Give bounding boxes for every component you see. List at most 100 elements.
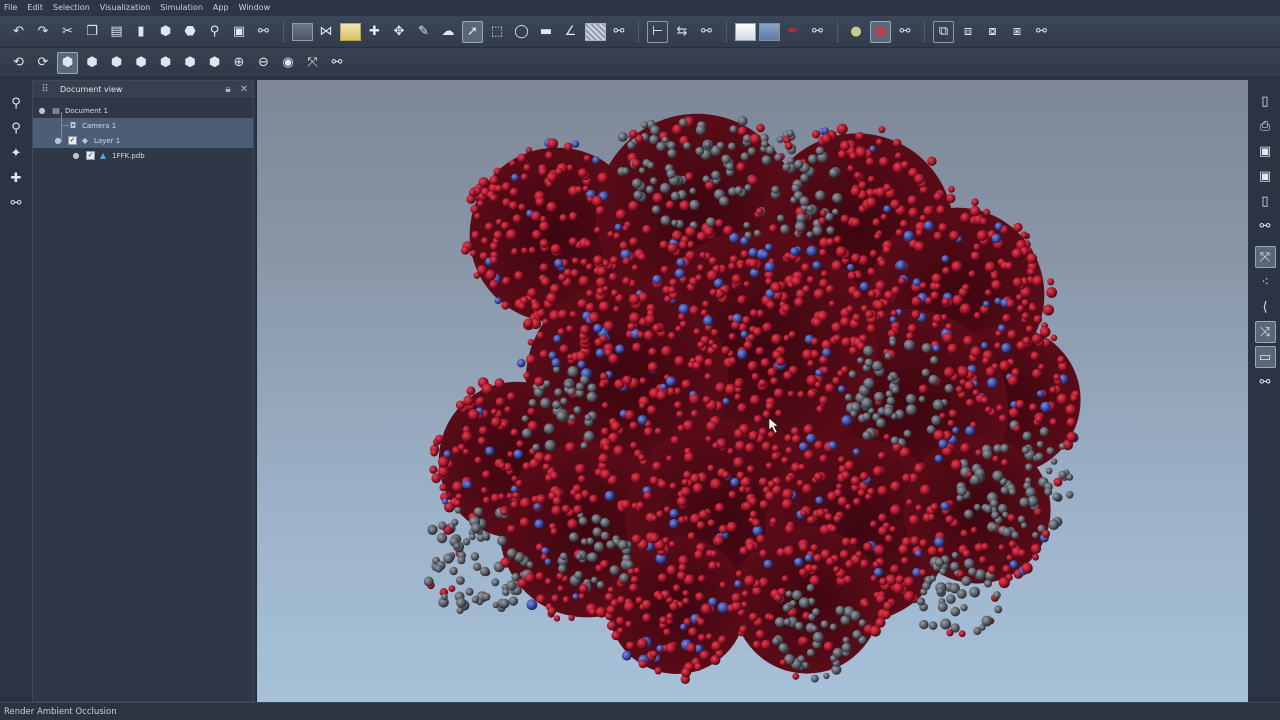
- plugin-icon[interactable]: ⚯: [6, 192, 27, 214]
- status-bar: Render Ambient Occlusion: [0, 702, 1280, 720]
- menu-window[interactable]: Window: [239, 0, 271, 16]
- layer-checkbox[interactable]: ✓: [68, 136, 77, 145]
- camera-orbit-icon[interactable]: ⟳: [33, 52, 54, 74]
- cut-icon[interactable]: ✂: [57, 21, 78, 43]
- panel-grip-icon[interactable]: ⠿: [38, 83, 52, 97]
- document-tree: ● ▤ Document 1 ◘ Camera 1 ● ✓ ◆ Layer 1 …: [33, 99, 253, 163]
- view-top-icon[interactable]: ⬢: [155, 52, 176, 74]
- tree-item-label: 1FFK.pdb: [112, 151, 145, 160]
- menu-simulation[interactable]: Simulation: [160, 0, 203, 16]
- add-atom-icon[interactable]: ✚: [364, 21, 385, 43]
- tree-connector: [61, 125, 69, 126]
- plugin-icon[interactable]: ⚯: [1031, 21, 1052, 43]
- view-right-icon[interactable]: ⬢: [131, 52, 152, 74]
- red-marker-icon[interactable]: ✒: [783, 21, 804, 43]
- graph-icon[interactable]: ⤨: [1254, 321, 1276, 343]
- 3d-viewport[interactable]: [256, 80, 1248, 702]
- plugin-icon[interactable]: ⚯: [609, 21, 630, 43]
- plugin-icon[interactable]: ⚯: [1255, 215, 1276, 237]
- layout-3-icon[interactable]: ⧇: [982, 21, 1003, 43]
- camera-reset-icon[interactable]: ⟲: [8, 52, 29, 74]
- circle-select-icon[interactable]: ◯: [511, 21, 532, 43]
- tree-icon[interactable]: ⊢: [647, 21, 668, 43]
- collapse-icon[interactable]: ●: [37, 106, 47, 116]
- document-panel: ⠿ Document view 🔒︎ ✕ ● ▤ Document 1 ◘ Ca…: [32, 80, 254, 702]
- zoom-in-icon[interactable]: ⊕: [229, 52, 250, 74]
- view-front-icon[interactable]: ⬢: [57, 51, 78, 74]
- view-bottom-icon[interactable]: ⬢: [180, 52, 201, 74]
- nodes-icon[interactable]: ⁖: [1255, 271, 1276, 293]
- point-icon[interactable]: ●: [846, 21, 867, 43]
- save-icon[interactable]: ▣: [1255, 140, 1276, 162]
- plugin-icon[interactable]: ⚯: [1255, 371, 1276, 393]
- menu-selection[interactable]: Selection: [53, 0, 90, 16]
- layout-4-icon[interactable]: ⧆: [1007, 21, 1028, 43]
- menu-visualization[interactable]: Visualization: [100, 0, 151, 16]
- zoom-out-icon[interactable]: ⊖: [253, 52, 274, 74]
- dark-swatch[interactable]: [291, 22, 313, 41]
- grid-icon[interactable]: [584, 22, 606, 41]
- redo-icon[interactable]: ↷: [33, 21, 54, 43]
- angle-icon[interactable]: ∠: [560, 21, 581, 43]
- select-arrow-icon[interactable]: ➚: [462, 20, 483, 43]
- close-icon[interactable]: ✕: [237, 83, 251, 97]
- copy-icon[interactable]: ❐: [82, 21, 103, 43]
- molecule-checkbox[interactable]: ✓: [86, 151, 95, 160]
- plugin-icon[interactable]: ⚯: [895, 21, 916, 43]
- layout-1-icon[interactable]: ⧉: [933, 21, 954, 43]
- view-toolbar: ⟲ ⟳ ⬢ ⬢ ⬢ ⬢ ⬢ ⬢ ⬢ ⊕ ⊖ ◉ ⤧ ⚯: [0, 48, 1280, 78]
- add-structure-icon[interactable]: ✚: [6, 167, 27, 189]
- select-box-icon[interactable]: ⬚: [487, 21, 508, 43]
- zoom-icon[interactable]: ⚲: [204, 21, 225, 43]
- save-as-icon[interactable]: ▣: [1255, 165, 1276, 187]
- blue-swatch[interactable]: [758, 22, 780, 41]
- curve-icon[interactable]: ⟨: [1255, 296, 1276, 318]
- plugin-icon[interactable]: ⚯: [327, 52, 348, 74]
- layout-2-icon[interactable]: ⧈: [958, 21, 979, 43]
- tree-item-molecule[interactable]: ● ✓ ▲ 1FFK.pdb: [33, 148, 253, 163]
- delete-icon[interactable]: ▮: [131, 21, 152, 43]
- move-icon[interactable]: ✥: [389, 21, 410, 43]
- ruler-icon[interactable]: ▬: [536, 21, 557, 43]
- menu-file[interactable]: File: [4, 0, 17, 16]
- molecular-structure: [423, 113, 1081, 684]
- status-text: Render Ambient Occlusion: [4, 706, 117, 717]
- new-document-icon[interactable]: ▯: [1255, 90, 1276, 112]
- plugin-icon[interactable]: ⚯: [696, 21, 717, 43]
- clone-icon[interactable]: ⇆: [672, 21, 693, 43]
- fit-icon[interactable]: ⤧: [302, 52, 323, 74]
- collapse-icon[interactable]: ●: [71, 151, 81, 161]
- menu-edit[interactable]: Edit: [27, 0, 43, 16]
- tree-item-document[interactable]: ● ▤ Document 1: [33, 103, 253, 118]
- view-left-icon[interactable]: ⬢: [106, 52, 127, 74]
- tree-item-label: Document 1: [65, 106, 108, 115]
- tree-item-layer[interactable]: ● ✓ ◆ Layer 1: [33, 133, 253, 148]
- plugin-icon[interactable]: ⚯: [253, 21, 274, 43]
- view-iso-icon[interactable]: ⬢: [204, 52, 225, 74]
- white-swatch[interactable]: [734, 22, 756, 41]
- export-icon[interactable]: ▯: [1255, 190, 1276, 212]
- view-back-icon[interactable]: ⬢: [82, 52, 103, 74]
- paste-icon[interactable]: ▤: [106, 21, 127, 43]
- magic-wand-icon[interactable]: ✦: [6, 142, 27, 164]
- search-atoms-icon[interactable]: ⚲: [6, 92, 27, 114]
- undo-icon[interactable]: ↶: [8, 21, 29, 43]
- menu-app[interactable]: App: [213, 0, 229, 16]
- plugin-icon[interactable]: ⚯: [807, 21, 828, 43]
- add-hexagon-icon[interactable]: ⬢: [155, 21, 176, 43]
- app-window: File Edit Selection Visualization Simula…: [0, 0, 1280, 720]
- target-icon[interactable]: ◉: [870, 20, 891, 43]
- panel-icon[interactable]: ▭: [1254, 346, 1276, 368]
- visibility-icon[interactable]: ◉: [278, 52, 299, 74]
- frame-icon[interactable]: ▣: [229, 21, 250, 43]
- eraser-icon[interactable]: ✎: [413, 21, 434, 43]
- highlight-swatch[interactable]: [340, 22, 361, 41]
- network-icon[interactable]: ⤧: [1254, 246, 1276, 268]
- search-residues-icon[interactable]: ⚲: [6, 117, 27, 139]
- lock-icon[interactable]: 🔒︎: [221, 83, 235, 97]
- bonds-icon[interactable]: ⋈: [316, 21, 337, 43]
- lasso-icon[interactable]: ☁: [438, 21, 459, 43]
- layer-icon: ◆: [81, 136, 89, 145]
- remove-hexagon-icon[interactable]: ⬣: [180, 21, 201, 43]
- print-icon[interactable]: ⎙: [1255, 115, 1276, 137]
